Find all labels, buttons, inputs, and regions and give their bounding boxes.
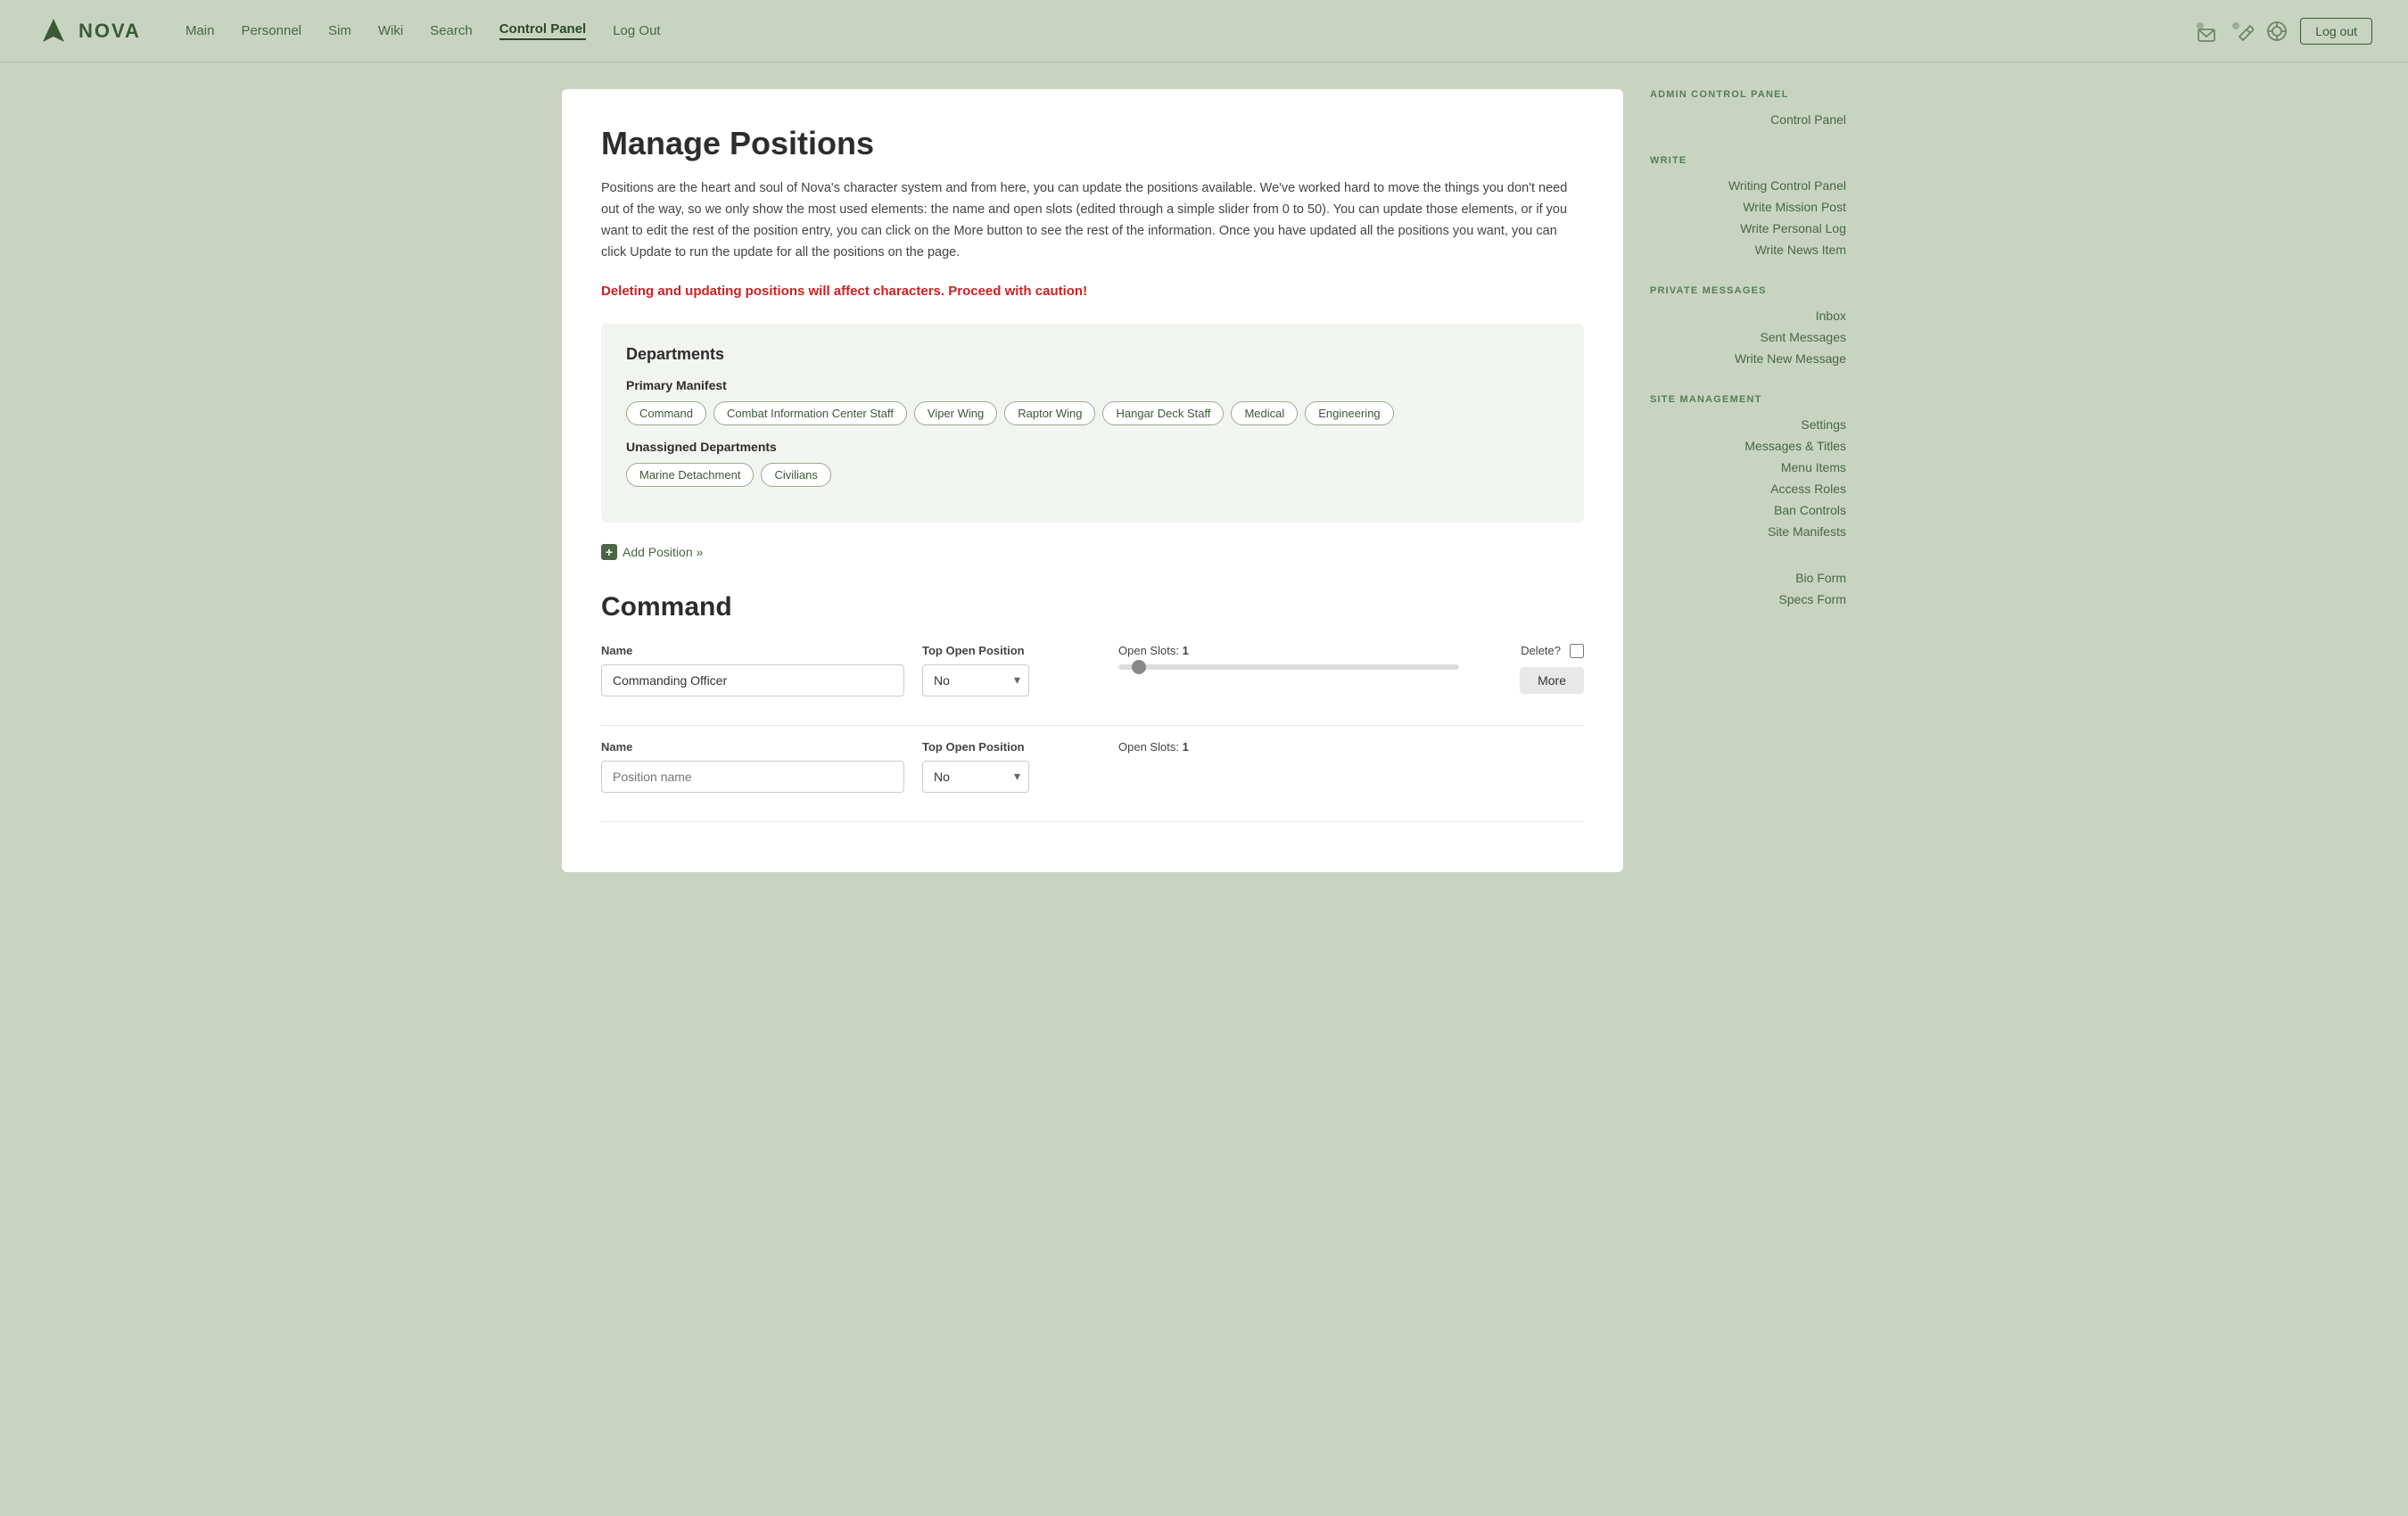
- departments-title: Departments: [626, 345, 1559, 364]
- sidebar-section-write: WRITE Writing Control Panel Write Missio…: [1650, 155, 1846, 260]
- name-field-container-2: Name: [601, 740, 904, 793]
- delete-area-1: Delete? More: [1477, 644, 1584, 694]
- nav-links: Main Personnel Sim Wiki Search Control P…: [186, 21, 2193, 40]
- name-input-1[interactable]: [601, 664, 904, 696]
- delete-row-1: Delete?: [1521, 644, 1584, 658]
- unassigned-label: Unassigned Departments: [626, 440, 1559, 454]
- top-open-container: Top Open Position No Yes ▾: [922, 644, 1101, 696]
- sidebar-section-forms: Bio Form Specs Form: [1650, 567, 1846, 610]
- sidebar-link-write-personal[interactable]: Write Personal Log: [1650, 218, 1846, 239]
- primary-manifest-label: Primary Manifest: [626, 378, 1559, 392]
- main-container: Manage Positions Positions are the heart…: [535, 89, 1873, 872]
- nav-link-main[interactable]: Main: [186, 23, 215, 38]
- nav-link-sim[interactable]: Sim: [328, 23, 351, 38]
- nav-link-wiki[interactable]: Wiki: [378, 23, 403, 38]
- open-slots-value-2: 1: [1183, 740, 1189, 754]
- content-area: Manage Positions Positions are the heart…: [562, 89, 1623, 872]
- select-wrapper-2: No Yes ▾: [922, 761, 1029, 793]
- nav-icons: Log out: [2193, 18, 2372, 45]
- dept-tag-raptor[interactable]: Raptor Wing: [1004, 401, 1095, 425]
- command-section-title: Command: [601, 592, 1584, 622]
- position-row-1: Name Top Open Position No Yes ▾: [601, 644, 1584, 726]
- departments-box: Departments Primary Manifest Command Com…: [601, 324, 1584, 523]
- open-slots-label-2: Open Slots: 1: [1118, 740, 1459, 754]
- sidebar-link-site-manifests[interactable]: Site Manifests: [1650, 521, 1846, 542]
- dept-tag-cic[interactable]: Combat Information Center Staff: [713, 401, 907, 425]
- dept-tag-hangar[interactable]: Hangar Deck Staff: [1102, 401, 1224, 425]
- delete-checkbox-1[interactable]: [1570, 644, 1584, 658]
- open-slots-label-1: Open Slots: 1: [1118, 644, 1459, 657]
- dept-tag-command[interactable]: Command: [626, 401, 706, 425]
- nav-link-logout[interactable]: Log Out: [613, 23, 660, 38]
- sidebar: ADMIN CONTROL PANEL Control Panel WRITE …: [1650, 89, 1846, 872]
- page-title: Manage Positions: [601, 125, 1584, 162]
- add-position-link[interactable]: + Add Position »: [601, 544, 1584, 560]
- logout-button[interactable]: Log out: [2300, 18, 2372, 45]
- target-icon[interactable]: [2264, 19, 2289, 44]
- sidebar-link-write-news[interactable]: Write News Item: [1650, 239, 1846, 260]
- dept-tag-engineering[interactable]: Engineering: [1305, 401, 1393, 425]
- slider-container-1: [1118, 664, 1459, 670]
- sidebar-link-access-roles[interactable]: Access Roles: [1650, 478, 1846, 499]
- name-field-container: Name: [601, 644, 904, 696]
- sidebar-link-write-mission[interactable]: Write Mission Post: [1650, 196, 1846, 218]
- top-open-select-1[interactable]: No Yes: [922, 664, 1029, 696]
- sidebar-section-title-messages: PRIVATE MESSAGES: [1650, 285, 1846, 296]
- sidebar-link-new-message[interactable]: Write New Message: [1650, 348, 1846, 369]
- sidebar-section-title-write: WRITE: [1650, 155, 1846, 166]
- delete-label-1: Delete?: [1521, 644, 1561, 657]
- sidebar-link-inbox[interactable]: Inbox: [1650, 305, 1846, 326]
- open-slots-value-1: 1: [1183, 644, 1189, 657]
- sidebar-section-title-site: SITE MANAGEMENT: [1650, 394, 1846, 405]
- dept-tag-viper[interactable]: Viper Wing: [914, 401, 997, 425]
- sidebar-link-bio-form[interactable]: Bio Form: [1650, 567, 1846, 589]
- warning-text: Deleting and updating positions will aff…: [601, 284, 1584, 299]
- sidebar-link-specs-form[interactable]: Specs Form: [1650, 589, 1846, 610]
- sidebar-section-messages: PRIVATE MESSAGES Inbox Sent Messages Wri…: [1650, 285, 1846, 369]
- open-slots-container-1: Open Slots: 1: [1118, 644, 1459, 670]
- sidebar-link-settings[interactable]: Settings: [1650, 414, 1846, 435]
- unassigned-tags: Marine Detachment Civilians: [626, 463, 1559, 487]
- sidebar-link-control-panel[interactable]: Control Panel: [1650, 109, 1846, 130]
- logo[interactable]: NOVA: [36, 13, 141, 49]
- primary-tags: Command Combat Information Center Staff …: [626, 401, 1559, 425]
- top-open-label-1: Top Open Position: [922, 644, 1101, 657]
- mail-dot-icon[interactable]: [2193, 19, 2218, 44]
- open-slots-container-2: Open Slots: 1: [1118, 740, 1459, 761]
- edit-dot-icon[interactable]: [2229, 19, 2254, 44]
- add-position-icon: +: [601, 544, 617, 560]
- top-open-label-2: Top Open Position: [922, 740, 1101, 754]
- nav-link-controlpanel[interactable]: Control Panel: [499, 21, 587, 40]
- top-navigation: NOVA Main Personnel Sim Wiki Search Cont…: [0, 0, 2408, 62]
- position-row-2-header: Name Top Open Position No Yes ▾: [601, 740, 1584, 793]
- logo-text: NOVA: [78, 20, 141, 43]
- position-row-1-header: Name Top Open Position No Yes ▾: [601, 644, 1584, 696]
- select-wrapper-1: No Yes ▾: [922, 664, 1029, 696]
- more-button-1[interactable]: More: [1520, 667, 1584, 694]
- dept-tag-civilians[interactable]: Civilians: [761, 463, 830, 487]
- position-row-2: Name Top Open Position No Yes ▾: [601, 740, 1584, 822]
- sidebar-link-writing-control[interactable]: Writing Control Panel: [1650, 175, 1846, 196]
- name-label-1: Name: [601, 644, 904, 657]
- sidebar-link-sent[interactable]: Sent Messages: [1650, 326, 1846, 348]
- top-open-container-2: Top Open Position No Yes ▾: [922, 740, 1101, 793]
- name-input-2[interactable]: [601, 761, 904, 793]
- dept-tag-marine[interactable]: Marine Detachment: [626, 463, 754, 487]
- sidebar-section-site: SITE MANAGEMENT Settings Messages & Titl…: [1650, 394, 1846, 542]
- nav-link-personnel[interactable]: Personnel: [241, 23, 301, 38]
- name-label-2: Name: [601, 740, 904, 754]
- add-position-label: Add Position »: [623, 545, 703, 559]
- sidebar-section-title-admin: ADMIN CONTROL PANEL: [1650, 89, 1846, 100]
- sidebar-link-messages-titles[interactable]: Messages & Titles: [1650, 435, 1846, 457]
- sidebar-link-menu-items[interactable]: Menu Items: [1650, 457, 1846, 478]
- slots-slider-1[interactable]: [1118, 664, 1459, 670]
- sidebar-section-admin: ADMIN CONTROL PANEL Control Panel: [1650, 89, 1846, 130]
- dept-tag-medical[interactable]: Medical: [1231, 401, 1298, 425]
- top-open-select-2[interactable]: No Yes: [922, 761, 1029, 793]
- page-description: Positions are the heart and soul of Nova…: [601, 178, 1584, 264]
- nav-link-search[interactable]: Search: [430, 23, 473, 38]
- sidebar-link-ban-controls[interactable]: Ban Controls: [1650, 499, 1846, 521]
